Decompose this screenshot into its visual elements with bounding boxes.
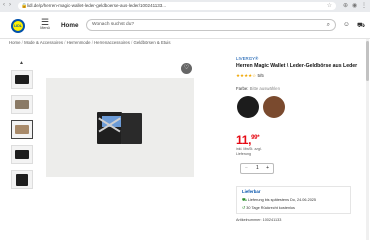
back-arrow-icon[interactable]: ‹ [3, 2, 5, 8]
logo-inner: LIDL [13, 21, 23, 31]
breadcrumb-item[interactable]: Home [9, 40, 20, 45]
main-product-image[interactable] [46, 78, 194, 177]
favorite-heart-icon[interactable]: ♡ [181, 63, 192, 74]
delivery-heading: Lieferbar [242, 189, 261, 194]
breadcrumb-item[interactable]: Mode & Accessoires [24, 40, 63, 45]
wallet-image [97, 111, 143, 144]
url-text: lidl.de/p/herren-magic-wallet-leder-geld… [27, 3, 166, 8]
extension-icon[interactable]: ⊕ [343, 2, 348, 9]
bookmark-star-icon[interactable]: ☆ [327, 2, 332, 10]
wallet-thumb-image [15, 100, 29, 109]
product-title: Herren Magic Wallet \ Leder-Geldbörse au… [236, 63, 358, 69]
logo-text: LIDL [14, 24, 22, 28]
qty-value[interactable]: 1 [256, 164, 259, 173]
search-icon[interactable]: ⌕ [327, 20, 330, 30]
delivery-date: ⛟ Lieferung bis spätestens Do, 24.06.202… [242, 198, 317, 202]
lock-icon: 🔒 [21, 3, 28, 9]
breadcrumb-item[interactable]: Herrenaccessoires [94, 40, 130, 45]
forward-arrow-icon[interactable]: › [9, 2, 11, 8]
quantity-stepper[interactable]: − 1 + [240, 163, 274, 174]
price-info: inkl. MwSt. zzgl. Lieferung [236, 147, 262, 156]
wallet-thumb-image [15, 75, 29, 84]
return-policy: ↺ 30 Tage Rückrecht kostenlos [242, 206, 295, 210]
wallet-thumb-image [15, 150, 29, 159]
more-menu-icon[interactable]: ⋮ [361, 2, 367, 9]
wallet-thumb-image [16, 173, 28, 186]
scroll-up-icon[interactable]: ▲ [19, 60, 24, 66]
scrollbar-thumb[interactable] [366, 41, 369, 81]
lidl-logo[interactable]: LIDL [11, 19, 25, 33]
address-bar[interactable]: 🔒 lidl.de/p/herren-magic-wallet-leder-ge… [18, 2, 336, 10]
truck-icon: ⛟ [242, 198, 247, 202]
qty-increase-button[interactable]: + [266, 164, 269, 173]
article-number: Artikelnummer: 100241133 [236, 218, 282, 222]
breadcrumb-item[interactable]: Herrenmode [67, 40, 91, 45]
color-swatch-brown[interactable] [263, 96, 285, 118]
profile-icon[interactable]: ◉ [352, 2, 357, 9]
rating-value: 5/5 [257, 73, 264, 78]
rating-stars-icon: ★★★★☆ [236, 73, 257, 78]
color-label: Farbe: Bitte auswählen [236, 86, 280, 91]
menu-label: Menü [40, 26, 50, 30]
gallery-thumbnail-selected[interactable] [11, 120, 33, 139]
menu-button[interactable]: ☰ Menü [38, 18, 52, 31]
gallery-thumbnail[interactable] [11, 70, 33, 89]
breadcrumb: Home / Mode & Accessoires / Herrenmode /… [9, 40, 171, 45]
color-swatch-black[interactable] [237, 96, 259, 118]
return-icon: ↺ [242, 206, 246, 210]
gallery-thumbnail[interactable] [11, 95, 33, 114]
qty-decrease-button[interactable]: − [245, 164, 248, 173]
product-brand[interactable]: LIVERGY® [236, 56, 258, 61]
home-link[interactable]: Home [61, 22, 79, 29]
cart-icon[interactable]: ⛟ [357, 21, 365, 30]
delivery-info-box: Lieferbar ⛟ Lieferung bis spätestens Do,… [236, 186, 351, 214]
product-price: 11,99* [236, 133, 260, 147]
search-placeholder: Wonach suchst du? [92, 22, 135, 27]
user-icon[interactable]: ☺ [343, 21, 350, 28]
color-hint: Bitte auswählen [249, 86, 280, 91]
page-scrollbar[interactable] [366, 39, 369, 240]
breadcrumb-item[interactable]: Geldbörsen & Etuis [134, 40, 171, 45]
wallet-thumb-image [15, 125, 29, 134]
gallery-thumbnail[interactable] [11, 145, 33, 164]
gallery-thumbnail[interactable] [11, 170, 33, 189]
product-rating[interactable]: ★★★★☆ 5/5 [236, 73, 264, 79]
search-input[interactable]: Wonach suchst du? ⌕ [86, 19, 336, 31]
